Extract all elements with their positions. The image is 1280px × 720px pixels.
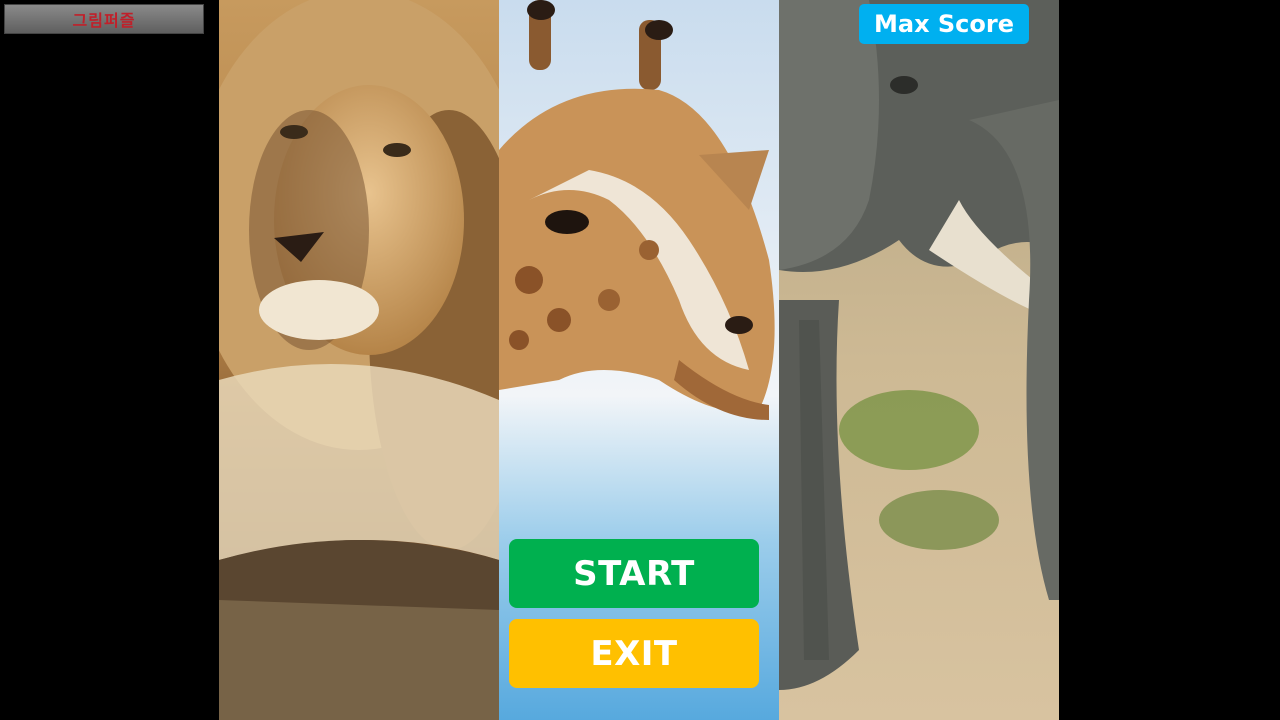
app-title: 그림퍼즐 (72, 11, 136, 30)
max-score-button[interactable]: Max Score (859, 4, 1029, 44)
giraffe-image (499, 0, 779, 720)
start-button[interactable]: START (509, 539, 759, 608)
app-title-badge: 그림퍼즐 (4, 4, 204, 34)
lion-image (219, 0, 499, 720)
menu-background: Max Score START EXIT (219, 0, 1059, 720)
elephant-image (779, 0, 1059, 720)
start-label: START (573, 553, 695, 594)
max-score-label: Max Score (873, 10, 1015, 38)
exit-label: EXIT (590, 633, 678, 674)
exit-button[interactable]: EXIT (509, 619, 759, 688)
